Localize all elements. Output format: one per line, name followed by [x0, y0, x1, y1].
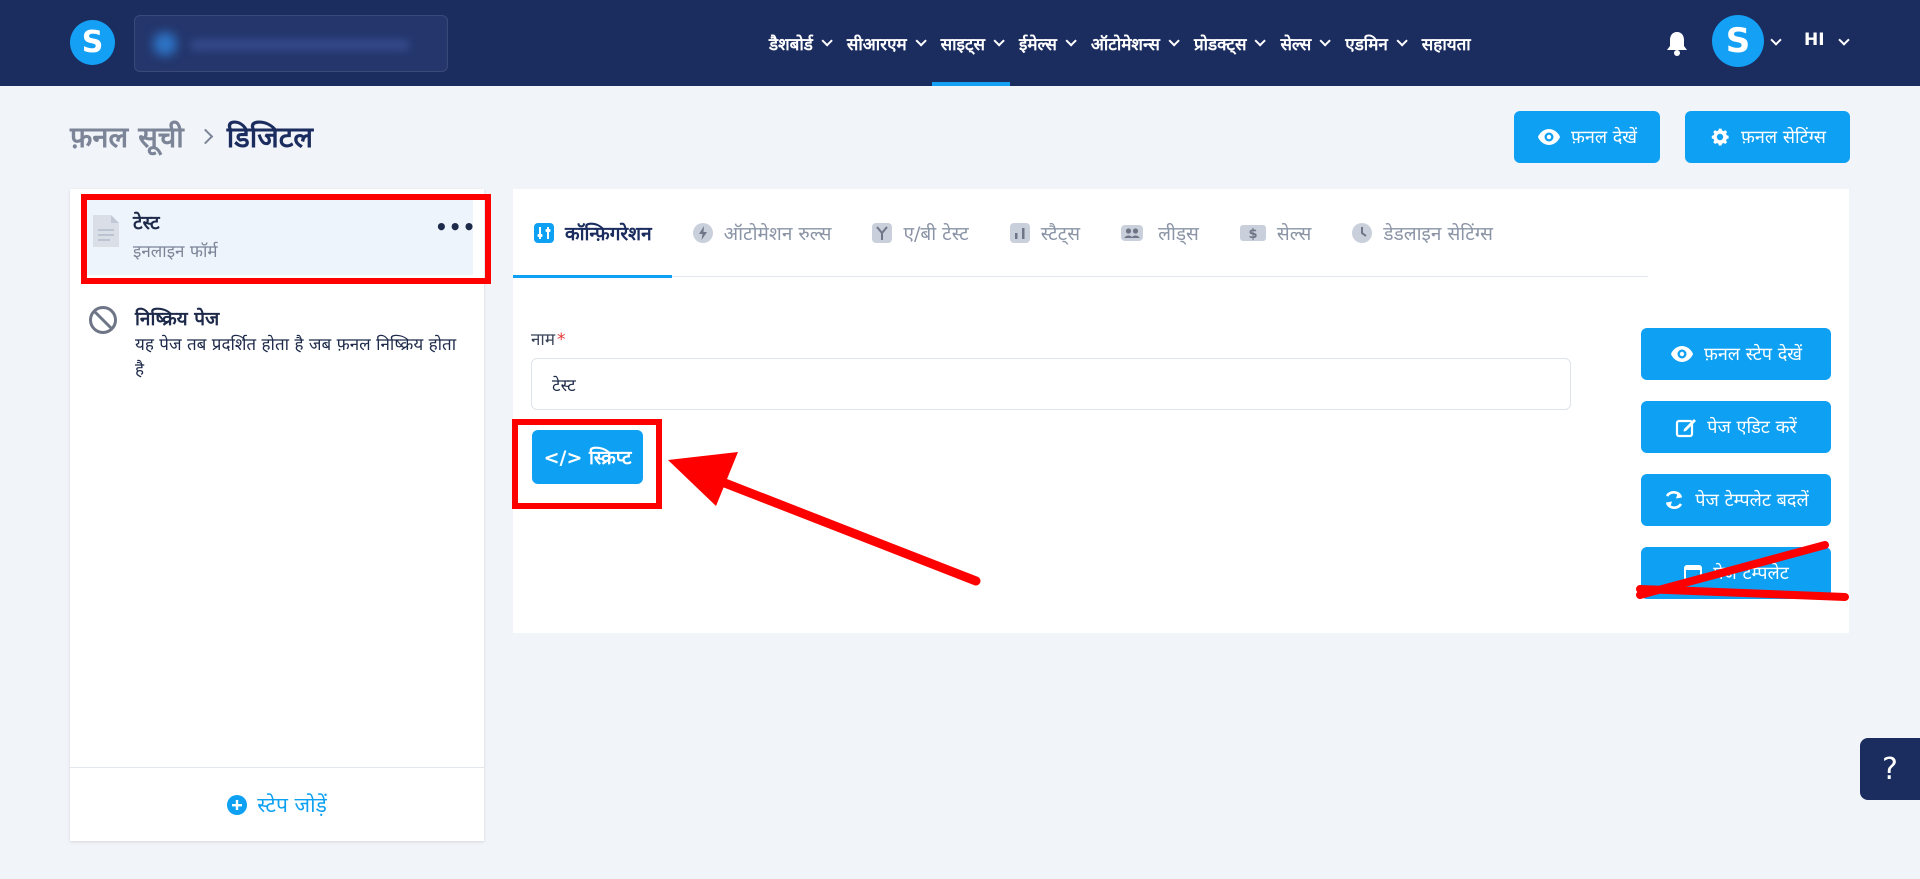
tab-6[interactable]: डेडलाइन सेटिंग्स: [1331, 189, 1513, 277]
tab-label: सेल्स: [1276, 222, 1312, 245]
edit-icon: [1676, 419, 1697, 438]
name-input[interactable]: [531, 358, 1571, 410]
add-step-button[interactable]: स्टेप जोड़ें: [70, 767, 484, 841]
chevron-down-icon: [1065, 35, 1077, 47]
nav-item-label: ईमेल्स: [1018, 34, 1057, 55]
bell-icon[interactable]: [1665, 30, 1689, 56]
nav-item-3[interactable]: ईमेल्स: [1010, 0, 1082, 86]
dollar-icon: $: [1239, 224, 1266, 242]
change-page-template-button[interactable]: पेज टेम्पलेट बदलें: [1641, 474, 1831, 526]
tab-label: ए/बी टेस्ट: [903, 222, 969, 245]
funnel-settings-label: फ़नल सेटिंग्स: [1741, 127, 1826, 148]
chevron-down-icon: [915, 35, 927, 47]
nav-item-label: डैशबोर्ड: [769, 34, 813, 55]
clock-icon: [1352, 222, 1373, 243]
view-funnel-button[interactable]: फ़नल देखें: [1514, 111, 1660, 163]
tab-2[interactable]: ए/बी टेस्ट: [851, 189, 988, 277]
inactive-page-title[interactable]: निष्क्रिय पेज: [135, 305, 219, 331]
view-funnel-label: फ़नल देखें: [1570, 127, 1638, 148]
tab-label: कॉन्फ़िगरेशन: [565, 222, 652, 245]
view-funnel-step-label: फ़नल स्टेप देखें: [1703, 344, 1803, 365]
refresh-icon: [1666, 491, 1683, 509]
inactive-page-description: यह पेज तब प्रदर्शित होता है जब फ़नल निष्…: [135, 335, 457, 380]
funnel-settings-button[interactable]: फ़नल सेटिंग्स: [1685, 111, 1850, 163]
nav-item-label: साइट्स: [940, 34, 985, 55]
sliders-icon: [534, 222, 554, 243]
tab-label: ऑटोमेशन रुल्स: [723, 222, 832, 245]
page-template-button[interactable]: पेज टेम्पलेट: [1641, 547, 1831, 599]
blurred-workspace-icon: [153, 32, 177, 56]
change-page-template-label: पेज टेम्पलेट बदलें: [1695, 490, 1809, 511]
tab-label: स्टैट्स: [1040, 222, 1081, 245]
chevron-down-icon: [1319, 35, 1332, 47]
nav-item-1[interactable]: सीआरएम: [838, 0, 932, 86]
gear-icon: [1711, 128, 1729, 146]
eye-icon: [1537, 129, 1560, 145]
edit-page-button[interactable]: पेज एडिट करें: [1641, 401, 1831, 453]
chevron-down-icon: [993, 35, 1005, 47]
workspace-selector[interactable]: [134, 15, 448, 72]
annotation-highlight-step: [81, 194, 491, 284]
top-navbar: S डैशबोर्ड सीआरएम साइट्स ईमेल्स ऑटोमेशन्स प्र…: [0, 0, 1920, 86]
chevron-down-icon: [1254, 35, 1267, 47]
name-label-text: नाम: [531, 330, 556, 350]
nav-item-label: ऑटोमेशन्स: [1090, 34, 1160, 55]
nav-item-label: प्रोडक्ट्स: [1193, 34, 1247, 55]
nav-item-label: सेल्स: [1280, 34, 1312, 55]
users-icon: [1121, 224, 1144, 241]
chevron-down-icon: [1396, 35, 1408, 47]
svg-text:$: $: [1248, 227, 1257, 242]
page-template-label: पेज टेम्पलेट: [1713, 563, 1789, 584]
plus-circle-icon: [227, 794, 248, 815]
split-icon: [872, 222, 893, 243]
chevron-down-icon: [821, 35, 833, 47]
user-avatar[interactable]: S: [1712, 15, 1764, 67]
ban-icon: [89, 306, 117, 334]
nav-item-label: एडमिन: [1345, 34, 1388, 55]
funnel-steps-panel: टेस्ट इनलाइन फॉर्म ••• निष्क्रिय पेज यह …: [70, 189, 484, 841]
eye-icon: [1670, 346, 1693, 362]
nav-item-label: सहायता: [1421, 34, 1471, 55]
nav-item-7[interactable]: एडमिन: [1336, 0, 1413, 86]
tab-4[interactable]: लीड्स: [1100, 189, 1219, 277]
main-nav: डैशबोर्ड सीआरएम साइट्स ईमेल्स ऑटोमेशन्स प्रोड…: [760, 0, 1480, 86]
nav-item-0[interactable]: डैशबोर्ड: [760, 0, 838, 86]
add-step-label: स्टेप जोड़ें: [257, 792, 327, 817]
tab-5[interactable]: $ सेल्स: [1219, 189, 1332, 277]
step-tabs: कॉन्फ़िगरेशन ऑटोमेशन रुल्स ए/बी टेस्ट स्टैट…: [513, 189, 1648, 278]
nav-item-5[interactable]: प्रोडक्ट्स: [1185, 0, 1272, 86]
name-label: नाम *: [531, 327, 566, 350]
breadcrumb: फ़नल सूची डिजिटल: [70, 117, 313, 156]
template-icon: [1684, 565, 1703, 581]
tab-1[interactable]: ऑटोमेशन रुल्स: [672, 189, 852, 277]
language-selector[interactable]: HI: [1804, 30, 1825, 50]
nav-item-2[interactable]: साइट्स: [931, 0, 1011, 86]
tab-3[interactable]: स्टैट्स: [989, 189, 1100, 277]
nav-item-4[interactable]: ऑटोमेशन्स: [1082, 0, 1185, 86]
chevron-down-icon[interactable]: [1838, 34, 1850, 46]
step-config-panel: कॉन्फ़िगरेशन ऑटोमेशन रुल्स ए/बी टेस्ट स्टैट…: [513, 189, 1849, 633]
nav-item-label: सीआरएम: [846, 34, 907, 55]
bolt-icon: [692, 222, 713, 243]
tab-label: डेडलाइन सेटिंग्स: [1383, 222, 1493, 245]
chevron-right-icon: [197, 128, 214, 145]
blurred-workspace-name: [190, 39, 410, 51]
chevron-down-icon[interactable]: [1770, 34, 1782, 46]
view-funnel-step-button[interactable]: फ़नल स्टेप देखें: [1641, 328, 1831, 380]
bar-chart-icon: [1009, 222, 1030, 243]
breadcrumb-current: डिजिटल: [226, 120, 314, 154]
app-logo[interactable]: S: [70, 20, 115, 65]
edit-page-label: पेज एडिट करें: [1707, 417, 1797, 438]
tab-label: लीड्स: [1158, 222, 1199, 245]
tab-0[interactable]: कॉन्फ़िगरेशन: [513, 189, 672, 278]
help-button[interactable]: ?: [1860, 738, 1920, 800]
nav-item-6[interactable]: सेल्स: [1271, 0, 1336, 86]
required-mark: *: [557, 330, 566, 350]
chevron-down-icon: [1168, 35, 1180, 47]
breadcrumb-parent-link[interactable]: फ़नल सूची: [70, 117, 184, 156]
annotation-highlight-script: [512, 419, 662, 509]
nav-item-8[interactable]: सहायता: [1413, 0, 1480, 86]
